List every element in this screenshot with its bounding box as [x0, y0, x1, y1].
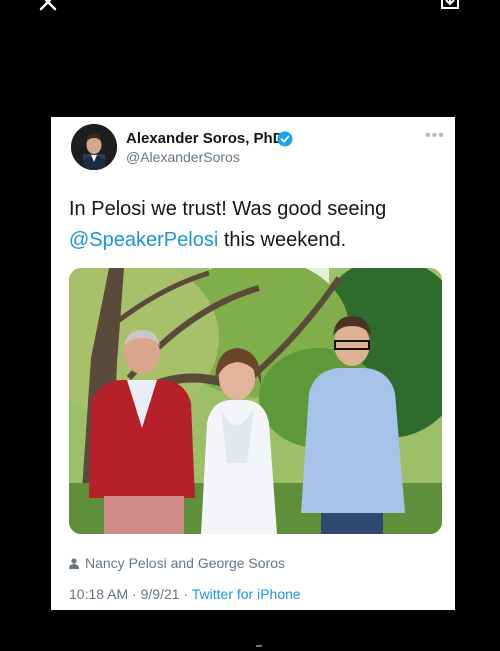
person-icon [69, 558, 79, 569]
author-handle[interactable]: @AlexanderSoros [126, 149, 240, 165]
tweet-text-part: In Pelosi we trust! Was good seeing [69, 198, 387, 220]
separator: · [179, 586, 192, 602]
avatar[interactable] [71, 124, 117, 170]
tagged-people[interactable]: Nancy Pelosi and George Soros [69, 555, 285, 571]
tweet-date[interactable]: 9/9/21 [141, 586, 180, 602]
tweet-time[interactable]: 10:18 AM [69, 586, 128, 602]
mention-link[interactable]: @SpeakerPelosi [69, 229, 218, 251]
verified-badge-icon [277, 131, 293, 147]
home-indicator [256, 645, 262, 647]
share-icon[interactable] [440, 0, 460, 10]
tweet-card: Alexander Soros, PhD @AlexanderSoros •••… [51, 117, 455, 610]
tagged-people-label: Nancy Pelosi and George Soros [85, 555, 285, 571]
tweet-text-part: this weekend. [218, 229, 347, 251]
tweet-text: In Pelosi we trust! Was good seeing @Spe… [69, 194, 439, 256]
separator: · [128, 586, 141, 602]
tweet-photo[interactable] [69, 268, 442, 534]
author-name[interactable]: Alexander Soros, PhD [126, 130, 284, 147]
tweet-source-link[interactable]: Twitter for iPhone [192, 586, 301, 602]
close-icon[interactable] [38, 0, 58, 12]
more-options-icon[interactable]: ••• [425, 127, 445, 145]
tweet-meta: 10:18 AM · 9/9/21 · Twitter for iPhone [69, 586, 301, 602]
